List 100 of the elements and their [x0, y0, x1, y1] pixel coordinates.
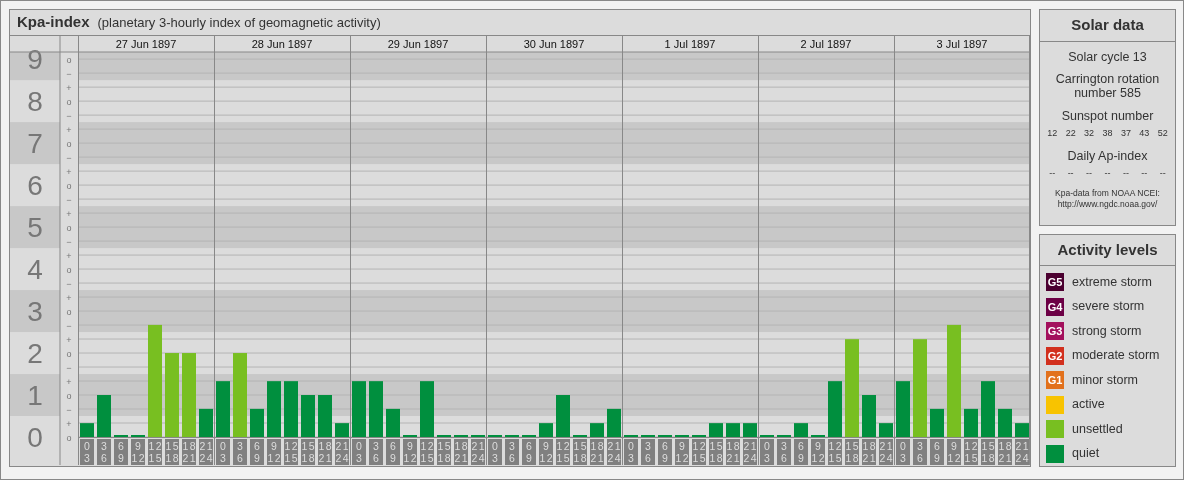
time-label: 9 12	[675, 439, 689, 465]
time-label: 9 12	[131, 439, 145, 465]
time-label: 3 6	[233, 439, 247, 465]
time-label: 15 18	[573, 439, 587, 465]
axis-tick-label: o	[66, 264, 72, 275]
time-label: 6 9	[114, 439, 128, 465]
axis-tick-label: o	[66, 348, 72, 359]
kp-bar	[386, 408, 400, 437]
x-tick-label: 0 3	[628, 440, 635, 464]
kp-bar	[216, 381, 230, 437]
kp-bar	[199, 408, 213, 437]
time-label: 0 3	[488, 439, 502, 465]
axis-number: 5	[27, 212, 43, 244]
kp-bar	[862, 395, 876, 437]
time-label: 6 9	[522, 439, 536, 465]
ap-index-value: --	[1104, 166, 1111, 180]
kp-bar	[284, 381, 298, 437]
level-badge: G5	[1046, 273, 1064, 292]
date-label: 28 Jun 1897	[251, 38, 313, 50]
time-label: 12 15	[692, 439, 706, 465]
level-label: quiet	[1072, 445, 1100, 463]
time-label: 9 12	[539, 439, 553, 465]
time-label: 0 3	[760, 439, 774, 465]
scale-stripe	[10, 122, 60, 165]
date-label: 2 Jul 1897	[800, 38, 852, 50]
axis-tick-label: o	[66, 96, 72, 107]
kp-bar	[556, 395, 570, 437]
axis-tick-label: o	[66, 390, 72, 401]
kp-bar	[80, 423, 94, 437]
x-tick-label: 0 3	[900, 440, 907, 464]
kp-bar	[896, 381, 910, 437]
axis-tick-label: o	[66, 138, 72, 149]
time-label: 21 24	[743, 439, 757, 465]
x-tick-label: 3 6	[237, 440, 244, 464]
time-label: 12 15	[284, 439, 298, 465]
x-tick-label: 0 3	[764, 440, 771, 464]
kp-bar	[930, 408, 944, 437]
time-label: 9 12	[403, 439, 417, 465]
kp-bar	[709, 423, 723, 437]
axis-tick-label: o	[66, 222, 72, 233]
level-badge: G1	[1046, 371, 1064, 390]
kp-bar	[369, 381, 383, 437]
axis-tick-label: o	[66, 306, 72, 317]
sunspot-number: 38	[1102, 127, 1113, 140]
time-label: 3 6	[777, 439, 791, 465]
time-label: 18 21	[726, 439, 740, 465]
axis-number: 8	[27, 86, 43, 118]
ap-index-value: --	[1159, 166, 1166, 180]
time-label: 12 15	[420, 439, 434, 465]
sunspot-label: Sunspot number	[1060, 108, 1155, 123]
time-label: 3 6	[369, 439, 383, 465]
axis-number: 3	[27, 296, 43, 328]
kp-bar	[420, 381, 434, 437]
kp-bar	[301, 395, 315, 437]
axis-tick-label: +	[66, 334, 72, 345]
axis-tick-label: +	[66, 82, 72, 93]
kp-bar	[250, 408, 264, 437]
source-text: Kpa-data from NOAA NCEI:	[1054, 188, 1161, 199]
time-label: 18 21	[182, 439, 196, 465]
x-tick-label: 6 9	[254, 440, 261, 464]
sunspot-number: 32	[1084, 127, 1095, 140]
axis-tick-label: +	[66, 418, 72, 429]
level-label: strong storm	[1072, 322, 1142, 340]
x-tick-label: 3 6	[373, 440, 380, 464]
x-tick-label: 3 6	[917, 440, 924, 464]
kp-bar	[267, 381, 281, 437]
time-label: 6 9	[658, 439, 672, 465]
time-label: 21 24	[471, 439, 485, 465]
x-tick-label: 6 9	[390, 440, 397, 464]
sunspot-number: 12	[1047, 127, 1058, 140]
time-label: 15 18	[845, 439, 859, 465]
kp-bar	[1015, 423, 1029, 437]
x-tick-label: 6 9	[798, 440, 805, 464]
time-label: 21 24	[1015, 439, 1029, 465]
ap-index-value: --	[1122, 166, 1129, 180]
time-label: 12 15	[556, 439, 570, 465]
date-label: 3 Jul 1897	[936, 38, 988, 50]
x-tick-label: 3 6	[781, 440, 788, 464]
level-badge: G2	[1046, 346, 1064, 365]
axis-tick-label: −	[66, 110, 72, 121]
time-label: 3 6	[913, 439, 927, 465]
time-label: 18 21	[454, 439, 468, 465]
time-label: 6 9	[250, 439, 264, 465]
x-tick-label: 6 9	[526, 440, 533, 464]
time-label: 21 24	[199, 439, 213, 465]
scale-stripe	[10, 290, 60, 333]
kp-bar	[318, 395, 332, 437]
time-label: 0 3	[352, 439, 366, 465]
date-label: 29 Jun 1897	[387, 38, 449, 50]
time-label: 6 9	[794, 439, 808, 465]
time-label: 0 3	[80, 439, 94, 465]
level-label: severe storm	[1072, 298, 1145, 316]
kp-bar	[743, 423, 757, 437]
time-label: 18 21	[590, 439, 604, 465]
time-label: 15 18	[301, 439, 315, 465]
kp-bar	[607, 408, 621, 437]
level-badge: G4	[1046, 297, 1064, 316]
axis-tick-label: −	[66, 194, 72, 205]
ap-index-value: --	[1049, 166, 1056, 180]
level-label: moderate storm	[1072, 347, 1160, 365]
